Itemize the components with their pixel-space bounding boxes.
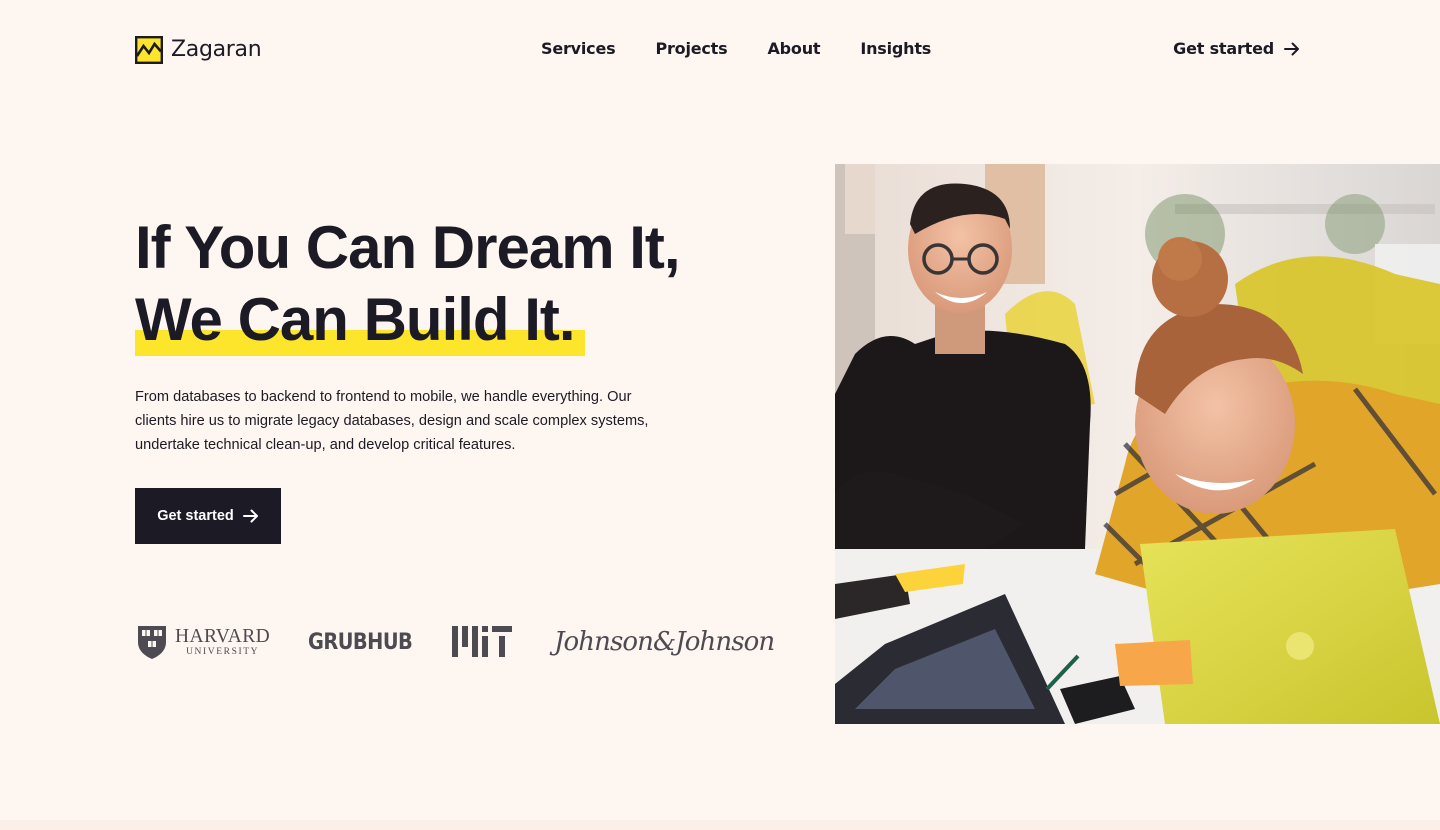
arrow-right-icon xyxy=(242,509,258,523)
hero-description: From databases to backend to frontend to… xyxy=(135,389,649,453)
mit-logo xyxy=(452,620,512,664)
nav-link-about[interactable]: About xyxy=(767,39,820,58)
hero-title-line-1: If You Can Dream It, xyxy=(135,214,681,281)
hero-get-started-label: Get started xyxy=(157,508,234,524)
hero-title-line-2-highlighted: We Can Build It. xyxy=(135,284,585,356)
nav-link-insights[interactable]: Insights xyxy=(860,39,931,58)
harvard-subtitle: UNIVERSITY xyxy=(186,647,260,657)
johnson-and-johnson-logo: Johnson&Johnson xyxy=(554,627,775,657)
client-logos: HARVARD UNIVERSITY GRUBHUB Johnson&Johns… xyxy=(135,620,775,664)
nav-link-services[interactable]: Services xyxy=(541,39,616,58)
mountain-logo-icon xyxy=(135,36,163,64)
header-get-started-link[interactable]: Get started xyxy=(1173,39,1300,58)
harvard-shield-icon xyxy=(138,626,166,659)
hero-get-started-button[interactable]: Get started xyxy=(135,488,281,544)
mit-logo-icon xyxy=(452,626,512,657)
team-at-laptops-photo xyxy=(835,164,1440,724)
harvard-wordmark: HARVARD UNIVERSITY xyxy=(175,625,271,658)
nav-link-projects[interactable]: Projects xyxy=(655,39,727,58)
harvard-name: HARVARD xyxy=(175,625,271,647)
hero-title: If You Can Dream It, We Can Build It. xyxy=(135,212,681,356)
brand-name: Zagaran xyxy=(171,37,262,62)
arrow-right-icon xyxy=(1284,42,1299,55)
grubhub-logo: GRUBHUB xyxy=(308,629,413,655)
header-get-started-label: Get started xyxy=(1173,39,1274,58)
main-nav: Services Projects About Insights xyxy=(541,39,931,58)
harvard-logo: HARVARD UNIVERSITY xyxy=(137,620,270,664)
brand-logo-link[interactable]: Zagaran xyxy=(135,36,262,64)
next-section-edge xyxy=(0,820,1440,830)
